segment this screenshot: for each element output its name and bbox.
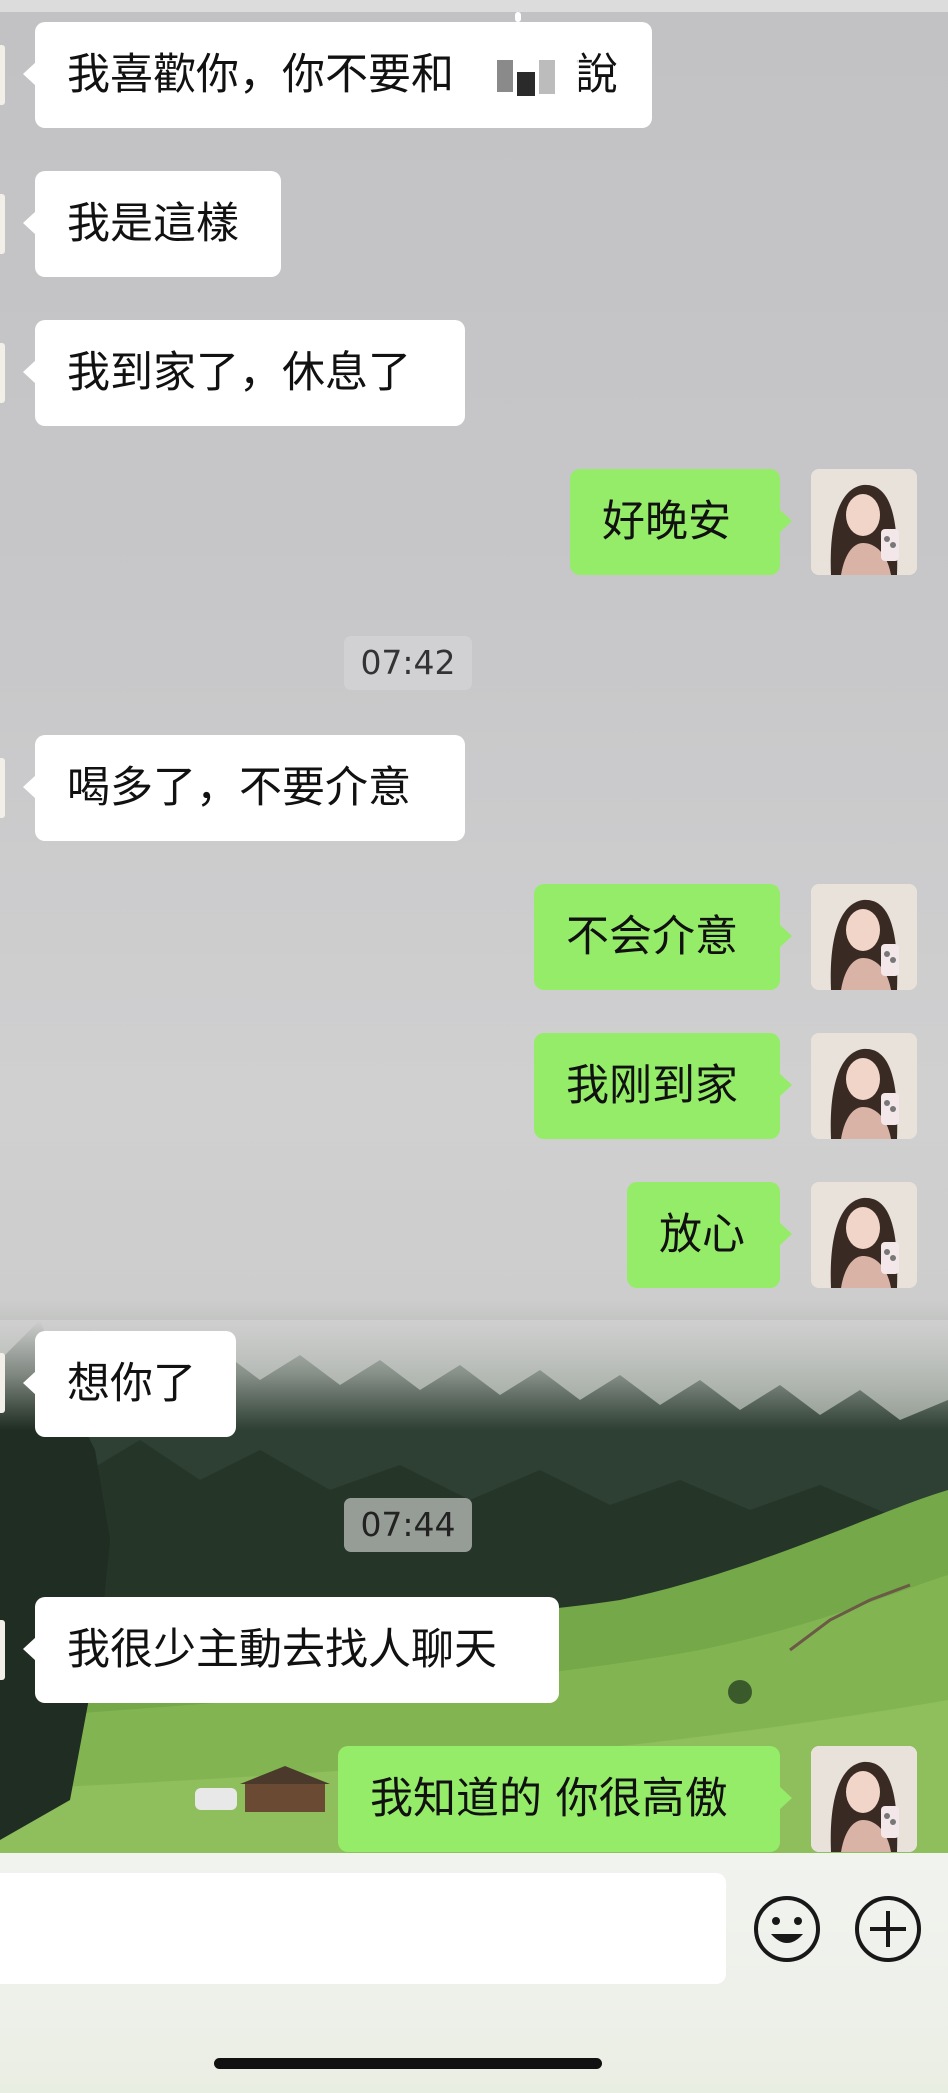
status-strip <box>0 0 948 12</box>
user-avatar[interactable] <box>811 884 917 990</box>
contact-avatar-edge[interactable] <box>0 758 5 818</box>
message-bubble-incoming[interactable]: 我是這樣 <box>23 171 281 277</box>
message-bubble-incoming[interactable]: 我到家了，休息了 <box>23 320 465 426</box>
smiley-icon[interactable] <box>752 1894 822 1964</box>
user-avatar[interactable] <box>811 1746 917 1852</box>
user-avatar[interactable] <box>811 1182 917 1288</box>
message-text: 我是這樣 <box>67 199 239 249</box>
home-indicator[interactable] <box>214 2058 602 2069</box>
message-text: 我到家了，休息了 <box>67 348 411 398</box>
portrait-icon <box>811 469 917 575</box>
message-input[interactable] <box>0 1873 726 1984</box>
chat-screen: 我喜歡你，你不要和 說 我是這樣 我到家了，休息了 好晚安 07:42 喝多了，… <box>0 0 948 2093</box>
message-bubble-incoming[interactable]: 想你了 <box>23 1331 236 1437</box>
contact-avatar-edge[interactable] <box>0 45 5 105</box>
message-text: 我知道的 你很高傲 <box>370 1774 728 1824</box>
message-bubble-outgoing[interactable]: 我知道的 你很高傲 <box>338 1746 792 1852</box>
plus-circle-icon[interactable] <box>853 1894 923 1964</box>
message-text: 我很少主動去找人聊天 <box>67 1625 497 1675</box>
portrait-icon <box>811 1033 917 1139</box>
timestamp: 07:42 <box>344 636 472 690</box>
message-bubble-outgoing[interactable]: 不会介意 <box>534 884 792 990</box>
message-bubble-incoming[interactable]: 我很少主動去找人聊天 <box>23 1597 559 1703</box>
censor-blur <box>495 12 579 122</box>
message-text: 不会介意 <box>566 912 738 962</box>
portrait-icon <box>811 884 917 990</box>
message-bubble-incoming[interactable]: 喝多了，不要介意 <box>23 735 465 841</box>
portrait-icon <box>811 1746 917 1852</box>
message-text: 好晚安 <box>602 497 731 547</box>
message-text: 放心 <box>659 1210 745 1260</box>
message-bubble-outgoing[interactable]: 放心 <box>627 1182 792 1288</box>
message-text: 喝多了，不要介意 <box>67 763 411 813</box>
message-text-tail: 說 <box>575 50 618 100</box>
contact-avatar-edge[interactable] <box>0 1353 5 1413</box>
user-avatar[interactable] <box>811 469 917 575</box>
contact-avatar-edge[interactable] <box>0 194 5 254</box>
message-text: 我喜歡你，你不要和 <box>67 50 454 100</box>
contact-avatar-edge[interactable] <box>0 1620 5 1680</box>
message-text: 想你了 <box>67 1359 196 1409</box>
contact-avatar-edge[interactable] <box>0 343 5 403</box>
message-bubble-outgoing[interactable]: 我刚到家 <box>534 1033 792 1139</box>
timestamp: 07:44 <box>344 1498 472 1552</box>
user-avatar[interactable] <box>811 1033 917 1139</box>
message-text: 我刚到家 <box>566 1061 738 1111</box>
portrait-icon <box>811 1182 917 1288</box>
message-bubble-outgoing[interactable]: 好晚安 <box>570 469 792 575</box>
